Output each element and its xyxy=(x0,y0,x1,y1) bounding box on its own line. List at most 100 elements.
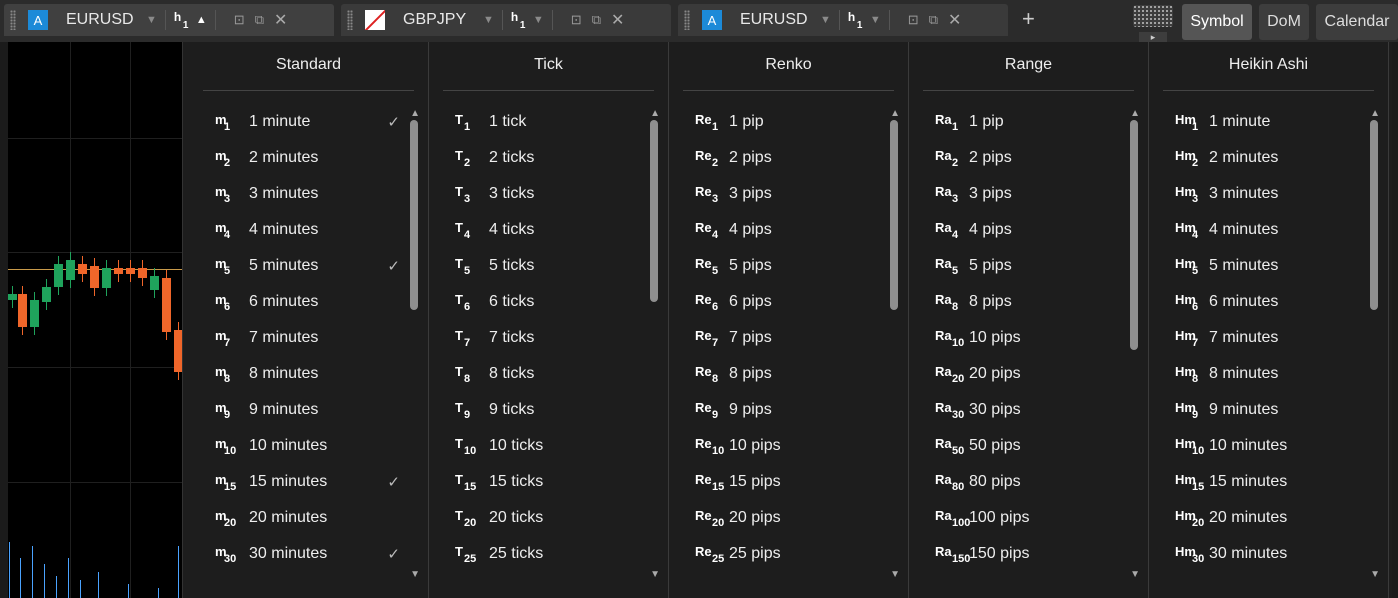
timeframe-option[interactable]: Ra 4 4 pips xyxy=(909,212,1124,248)
tab-calendar[interactable]: Calendar xyxy=(1316,4,1398,40)
timeframe-option[interactable]: Re 2 2 pips xyxy=(669,140,884,176)
favorite-check-icon[interactable]: ✓ xyxy=(387,473,400,491)
timeframe-option[interactable]: T55 ticks xyxy=(429,248,644,284)
timeframe-option[interactable]: Ra 5 5 pips xyxy=(909,248,1124,284)
add-tab-button[interactable]: + xyxy=(1022,6,1035,32)
scroll-up-icon[interactable]: ▲ xyxy=(410,108,420,119)
timeframe-option[interactable]: m77 minutes xyxy=(189,320,404,356)
timeframe-option[interactable]: m 30 30 minutes ✓ xyxy=(189,536,404,572)
timeframe-option[interactable]: Ra 1 1 pip xyxy=(909,104,1124,140)
timeframe-option[interactable]: m44 minutes xyxy=(189,212,404,248)
timeframe-option[interactable]: m88 minutes xyxy=(189,356,404,392)
timeframe-option[interactable]: Hm 7 7 minutes xyxy=(1149,320,1364,356)
timeframe-option[interactable]: Re 25 25 pips xyxy=(669,536,884,572)
timeframe-option[interactable]: T 10 10 ticks xyxy=(429,428,644,464)
favorite-check-icon[interactable]: ✓ xyxy=(387,545,400,563)
timeframe-option[interactable]: Re 1 1 pip xyxy=(669,104,884,140)
timeframe-option[interactable]: Hm 1 1 minute xyxy=(1149,104,1364,140)
scroll-up-icon[interactable]: ▲ xyxy=(1370,108,1380,119)
timeframe-option[interactable]: Ra 8 8 pips xyxy=(909,284,1124,320)
chart-tab-3[interactable]: A EURUSD ▼ h1 ▼ ⊡ ⧉ ✕ xyxy=(678,4,1008,36)
timeframe-option[interactable]: Ra 20 20 pips xyxy=(909,356,1124,392)
timeframe-option[interactable]: Hm 3 3 minutes xyxy=(1149,176,1364,212)
symbol-dropdown-icon[interactable]: ▼ xyxy=(483,14,494,26)
timeframe-option[interactable]: Re 10 10 pips xyxy=(669,428,884,464)
timeframe-option[interactable]: T22 ticks xyxy=(429,140,644,176)
timeframe-option[interactable]: T 20 20 ticks xyxy=(429,500,644,536)
timeframe-selector[interactable]: h1 xyxy=(174,10,190,31)
scroll-down-icon[interactable]: ▼ xyxy=(1130,569,1140,580)
timeframe-selector[interactable]: h1 xyxy=(511,10,527,31)
timeframe-option[interactable]: Re 6 6 pips xyxy=(669,284,884,320)
timeframe-option[interactable]: Ra 30 30 pips xyxy=(909,392,1124,428)
symbol-name[interactable]: GBPJPY xyxy=(403,11,477,29)
timeframe-option[interactable]: T77 ticks xyxy=(429,320,644,356)
timeframe-option[interactable]: Ra 150 150 pips xyxy=(909,536,1124,572)
timeframe-option[interactable]: Hm 9 9 minutes xyxy=(1149,392,1364,428)
keyboard-icon[interactable] xyxy=(1133,5,1173,27)
timeframe-option[interactable]: Re 4 4 pips xyxy=(669,212,884,248)
timeframe-option[interactable]: Re 3 3 pips xyxy=(669,176,884,212)
timeframe-option[interactable]: Re 5 5 pips xyxy=(669,248,884,284)
timeframe-caret-up-icon[interactable]: ▲ xyxy=(196,14,207,26)
symbol-name[interactable]: EURUSD xyxy=(66,11,140,29)
symbol-dropdown-icon[interactable]: ▼ xyxy=(146,14,157,26)
timeframe-option[interactable]: T33 ticks xyxy=(429,176,644,212)
tab-symbol[interactable]: Symbol xyxy=(1182,4,1252,40)
timeframe-option[interactable]: m 15 15 minutes ✓ xyxy=(189,464,404,500)
detach-icon[interactable]: ⧉ xyxy=(255,12,264,28)
timeframe-option[interactable]: Hm 2 2 minutes xyxy=(1149,140,1364,176)
symbol-name[interactable]: EURUSD xyxy=(740,11,814,29)
broadcast-icon[interactable]: ⊡ xyxy=(908,12,919,28)
timeframe-option[interactable]: Hm 5 5 minutes xyxy=(1149,248,1364,284)
timeframe-option[interactable]: Ra 10 10 pips xyxy=(909,320,1124,356)
timeframe-option[interactable]: Ra 50 50 pips xyxy=(909,428,1124,464)
tab-dom[interactable]: DoM xyxy=(1259,4,1309,40)
timeframe-option[interactable]: m 20 20 minutes xyxy=(189,500,404,536)
price-chart[interactable] xyxy=(8,42,182,598)
timeframe-option[interactable]: Re 8 8 pips xyxy=(669,356,884,392)
timeframe-option[interactable]: m99 minutes xyxy=(189,392,404,428)
timeframe-option[interactable]: T 15 15 ticks xyxy=(429,464,644,500)
timeframe-caret-icon[interactable]: ▼ xyxy=(533,14,544,26)
scrollbar-thumb[interactable] xyxy=(650,120,658,302)
timeframe-option[interactable]: Re 20 20 pips xyxy=(669,500,884,536)
timeframe-option[interactable]: Hm 10 10 minutes xyxy=(1149,428,1364,464)
timeframe-option[interactable]: Re 9 9 pips xyxy=(669,392,884,428)
scroll-up-icon[interactable]: ▲ xyxy=(650,108,660,119)
broadcast-icon[interactable]: ⊡ xyxy=(234,12,245,28)
close-icon[interactable]: ✕ xyxy=(611,10,624,30)
timeframe-option[interactable]: Hm 30 30 minutes xyxy=(1149,536,1364,572)
timeframe-option[interactable]: Re 7 7 pips xyxy=(669,320,884,356)
timeframe-option[interactable]: m22 minutes xyxy=(189,140,404,176)
close-icon[interactable]: ✕ xyxy=(948,10,961,30)
chart-tab-2[interactable]: GBPJPY ▼ h1 ▼ ⊡ ⧉ ✕ xyxy=(341,4,671,36)
scroll-down-icon[interactable]: ▼ xyxy=(1370,569,1380,580)
timeframe-option[interactable]: Hm 15 15 minutes xyxy=(1149,464,1364,500)
scrollbar-thumb[interactable] xyxy=(1130,120,1138,350)
timeframe-option[interactable]: Re 15 15 pips xyxy=(669,464,884,500)
drag-grip-icon[interactable] xyxy=(10,10,16,30)
timeframe-option[interactable]: m11 minute ✓ xyxy=(189,104,404,140)
timeframe-option[interactable]: T66 ticks xyxy=(429,284,644,320)
timeframe-option[interactable]: T88 ticks xyxy=(429,356,644,392)
scroll-down-icon[interactable]: ▼ xyxy=(650,569,660,580)
timeframe-caret-icon[interactable]: ▼ xyxy=(870,14,881,26)
detach-icon[interactable]: ⧉ xyxy=(592,12,601,28)
timeframe-option[interactable]: T99 ticks xyxy=(429,392,644,428)
timeframe-option[interactable]: Hm 8 8 minutes xyxy=(1149,356,1364,392)
timeframe-option[interactable]: Hm 6 6 minutes xyxy=(1149,284,1364,320)
scroll-down-icon[interactable]: ▼ xyxy=(890,569,900,580)
timeframe-option[interactable]: Hm 4 4 minutes xyxy=(1149,212,1364,248)
detach-icon[interactable]: ⧉ xyxy=(929,12,938,28)
favorite-check-icon[interactable]: ✓ xyxy=(387,113,400,131)
scrollbar-thumb[interactable] xyxy=(890,120,898,310)
broadcast-icon[interactable]: ⊡ xyxy=(571,12,582,28)
favorite-check-icon[interactable]: ✓ xyxy=(387,257,400,275)
symbol-dropdown-icon[interactable]: ▼ xyxy=(820,14,831,26)
scrollbar-thumb[interactable] xyxy=(410,120,418,310)
timeframe-option[interactable]: m33 minutes xyxy=(189,176,404,212)
drag-grip-icon[interactable] xyxy=(684,10,690,30)
timeframe-option[interactable]: m66 minutes xyxy=(189,284,404,320)
timeframe-option[interactable]: Hm 20 20 minutes xyxy=(1149,500,1364,536)
